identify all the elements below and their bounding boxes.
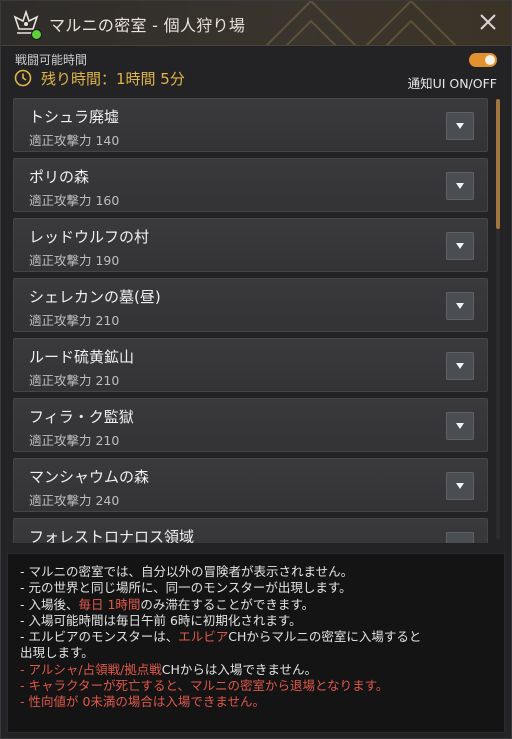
chevron-down-icon [456,303,464,309]
notify-label: 通知UI ON/OFF [407,76,497,91]
remaining-time: 残り時間：1時間 5分 [41,70,185,88]
title-bar: マルニの密室 - 個人狩り場 [1,1,511,46]
zone-power: 適正攻撃力 210 [29,313,120,328]
window: マルニの密室 - 個人狩り場 戦闘可能時間 残り時間：1時間 5分 通知UI O… [0,0,512,739]
chevron-down-icon [456,243,464,249]
zone-item[interactable]: ルード硫黄鉱山 適正攻撃力 210 [13,338,488,392]
note-text: CHからマルニの密室に入場すると [228,629,422,645]
chevron-down-icon [456,363,464,369]
expand-button[interactable] [446,232,474,260]
note-line: - 入場可能時間は毎日午前 6時に初期化されます。 [20,612,302,628]
expand-button[interactable] [446,172,474,200]
zone-name: トシュラ廃墟 [29,108,120,126]
zone-power: 適正攻撃力 210 [29,433,120,448]
note-line: - 入場後、毎日 1時間のみ滞在することができます。 [20,597,494,613]
note-text: - 入場後、 [20,596,79,612]
expand-button[interactable] [446,292,474,320]
window-title: マルニの密室 - 個人狩り場 [49,16,246,35]
zone-item[interactable]: ポリの森 適正攻撃力 160 [13,158,488,212]
list-scrollbar[interactable] [496,99,500,539]
note-line: - アルシャ/占領戦/拠点戦CHからは入場できません。 [20,662,494,678]
chevron-down-icon [455,541,465,543]
note-line: - エルビアのモンスターは、エルビアCHからマルニの密室に入場すると [20,629,494,645]
note-text: のみ滞在することができます。 [140,596,315,612]
note-highlight: 毎日 1時間 [78,596,141,612]
zone-list: トシュラ廃墟 適正攻撃力 140 ポリの森 適正攻撃力 160 レッドウルフの村… [9,93,503,543]
note-line: - キャラクターが死亡すると、マルニの密室から退場となります。 [20,678,389,694]
chevron-down-icon [456,123,464,129]
zone-name: ルード硫黄鉱山 [29,348,135,366]
expand-button[interactable] [446,472,474,500]
zone-item[interactable]: トシュラ廃墟 適正攻撃力 140 [13,98,488,152]
battle-time-label: 戦闘可能時間 [15,53,88,67]
toggle-knob [485,55,495,65]
chevron-down-icon [456,423,464,429]
close-button[interactable] [477,11,499,33]
zone-power: 適正攻撃力 140 [29,133,120,148]
note-line: - 性向値が 0未満の場合は入場できません。 [20,694,266,710]
chevron-down-icon [456,183,464,189]
zone-power: 適正攻撃力 190 [29,253,120,268]
note-line: 出現します。 [20,645,94,661]
expand-button[interactable] [446,412,474,440]
zone-item[interactable]: フォレストロナロス領域 [13,518,488,543]
expand-button[interactable] [446,112,474,140]
crown-emblem-icon [11,9,42,40]
zone-item[interactable]: マンシャウムの森 適正攻撃力 240 [13,458,488,512]
note-highlight: エルビア [178,629,229,645]
zone-item[interactable]: フィラ・ク監獄 適正攻撃力 210 [13,398,488,452]
zone-item[interactable]: シェレカンの墓(昼) 適正攻撃力 210 [13,278,488,332]
note-text: - エルビアのモンスターは、 [20,629,179,645]
zone-name: シェレカンの墓(昼) [29,288,161,306]
expand-button[interactable] [446,352,474,380]
title-decoration [265,1,457,45]
online-status-dot [31,29,42,40]
clock-icon [14,69,32,87]
note-highlight: - アルシャ/占領戦/拠点戦 [20,661,162,677]
expand-button[interactable] [446,532,474,543]
notify-toggle[interactable] [469,53,497,67]
chevron-down-icon [456,483,464,489]
scrollbar-thumb[interactable] [496,99,500,229]
zone-power: 適正攻撃力 160 [29,193,120,208]
note-text: CHからは入場できません。 [161,661,318,677]
zone-item[interactable]: レッドウルフの村 適正攻撃力 190 [13,218,488,272]
note-line: - マルニの密室では、自分以外の冒険者が表示されません。 [20,564,354,579]
notes-panel: - マルニの密室では、自分以外の冒険者が表示されません。 - 元の世界と同じ場所… [7,553,505,733]
zone-power: 適正攻撃力 240 [29,493,120,508]
close-icon [480,14,496,30]
note-line: - 元の世界と同じ場所に、同一のモンスターが出現します。 [20,580,352,596]
zone-power: 適正攻撃力 210 [29,373,120,388]
zone-name: フィラ・ク監獄 [29,408,134,426]
zone-name: フォレストロナロス領域 [29,528,195,543]
zone-name: レッドウルフの村 [29,228,150,246]
zone-name: ポリの森 [29,168,90,186]
zone-name: マンシャウムの森 [29,468,150,486]
